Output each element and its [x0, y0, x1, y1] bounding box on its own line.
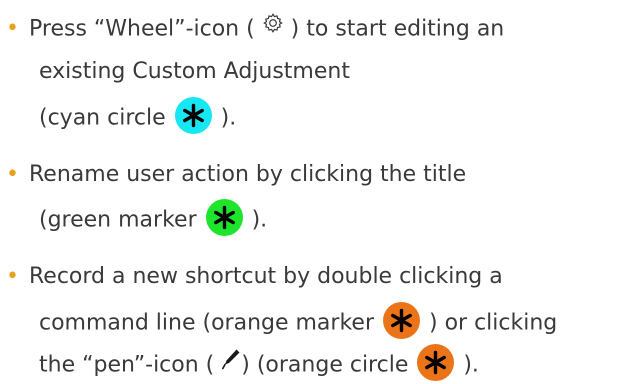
item-1-line-3: (cyan circle ).: [39, 97, 237, 137]
green-marker: [205, 199, 243, 236]
item-2-line-2-part-2: ).: [244, 207, 268, 233]
orange-circle-marker: [417, 344, 455, 381]
item-3-line-3: the “pen”-icon ( ) (orange circle ).: [39, 344, 479, 384]
item-3-line-1: Record a new shortcut by double clicking…: [29, 264, 503, 289]
item-1-line-2: existing Custom Adjustment: [39, 59, 350, 84]
asterisk-icon: [425, 350, 447, 375]
item-1-line-1-part-2: ) to start editing an: [283, 16, 505, 42]
item-3-line-2-part-2: ) or clicking: [422, 310, 558, 336]
cyan-circle-marker: [174, 97, 212, 134]
bullet: •: [6, 16, 19, 41]
bullet: •: [6, 264, 19, 289]
bullet: •: [6, 162, 19, 187]
item-3-line-3-part-3: ).: [456, 352, 479, 378]
item-2-line-1: Rename user action by clicking the title: [29, 162, 467, 187]
item-3-line-2-part-1: command line (orange marker: [39, 310, 381, 336]
item-1-line-1-part-1: Press “Wheel”-icon (: [29, 16, 262, 42]
asterisk-icon: [182, 103, 204, 128]
item-3-line-3-part-2: ) (orange circle: [241, 352, 416, 378]
item-3-line-3-part-1: the “pen”-icon (: [39, 352, 222, 378]
item-1-line-1: Press “Wheel”-icon ( ) to start editing …: [29, 12, 505, 45]
pen-icon: [221, 348, 241, 379]
gear-icon: [262, 12, 284, 43]
orange-marker: [383, 302, 420, 339]
asterisk-icon: [213, 205, 235, 230]
item-1-line-3-part-1: (cyan circle: [39, 105, 173, 131]
item-1-line-3-part-2: ).: [213, 105, 237, 131]
asterisk-icon: [391, 308, 412, 333]
item-2-line-2-part-1: (green marker: [39, 207, 204, 233]
item-2-line-2: (green marker ).: [39, 199, 268, 239]
item-3-line-2: command line (orange marker ) or clickin…: [39, 302, 558, 342]
